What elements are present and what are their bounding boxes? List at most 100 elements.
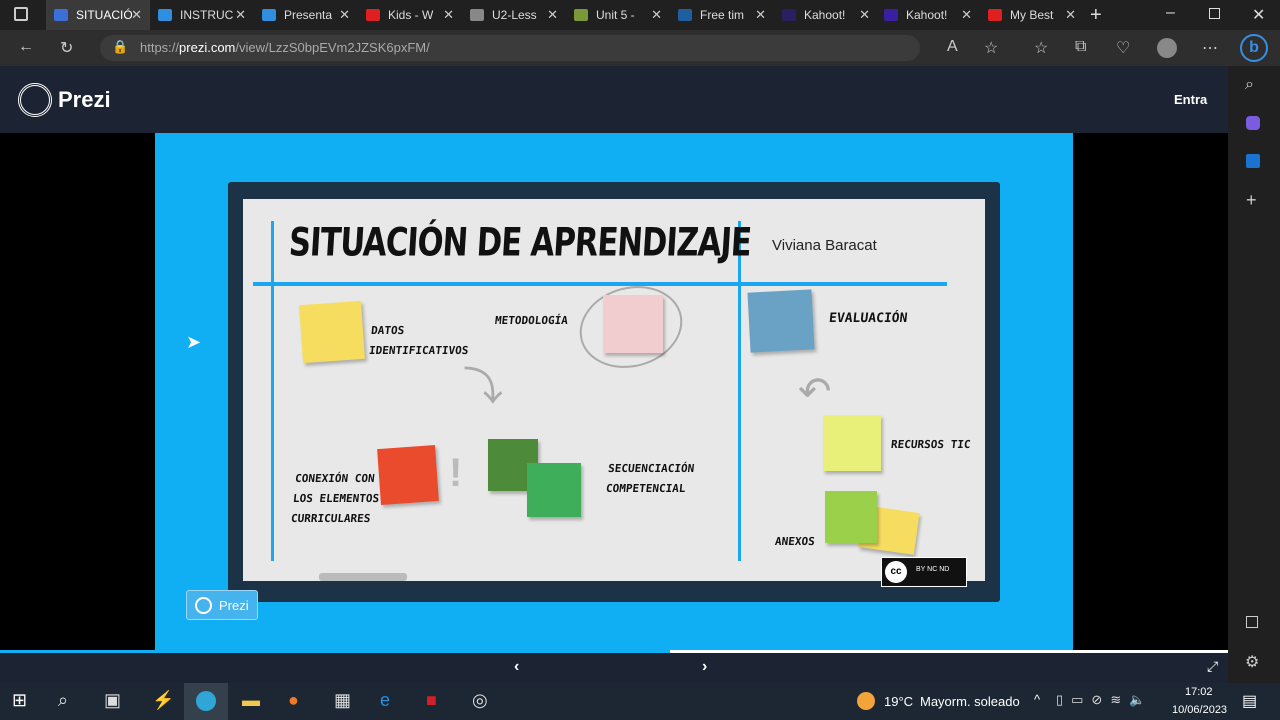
file-explorer-icon[interactable]: ▬ bbox=[242, 690, 260, 711]
browser-tab-bar: SITUACIÓ ✕ INSTRUC ✕ Presenta ✕ Kids - W ✕ U2-Le… bbox=[0, 0, 1280, 30]
back-icon[interactable]: ← bbox=[18, 38, 34, 56]
close-tab-icon[interactable]: ✕ bbox=[651, 7, 662, 23]
refresh-icon[interactable]: ↻ bbox=[60, 38, 73, 58]
close-tab-icon[interactable]: ✕ bbox=[755, 7, 766, 23]
tab-favicon-icon bbox=[678, 9, 692, 21]
browser-tab[interactable]: SITUACIÓ ✕ bbox=[46, 0, 150, 30]
close-tab-icon[interactable]: ✕ bbox=[443, 7, 454, 23]
tab-favicon-icon bbox=[988, 9, 1002, 21]
tab-label: Unit 5 - bbox=[596, 8, 635, 22]
label-evaluacion[interactable]: EVALUACIÓN bbox=[828, 309, 908, 329]
url-input[interactable]: 🔒 https://prezi.com/view/LzzS0bpEVm2JZSK… bbox=[100, 35, 920, 61]
progress-fill bbox=[0, 650, 670, 653]
profile-avatar[interactable] bbox=[1157, 38, 1177, 58]
tab-favicon-icon bbox=[470, 9, 484, 21]
internet-explorer-icon[interactable]: e bbox=[380, 690, 390, 711]
tab-label: Kahoot! bbox=[906, 8, 948, 22]
favorites-icon[interactable]: ☆ bbox=[1034, 38, 1048, 58]
favorite-star-icon[interactable]: ☆ bbox=[984, 38, 998, 58]
weather-temp[interactable]: 19°C bbox=[884, 694, 913, 709]
browser-tab[interactable]: Kahoot! ✕ bbox=[876, 0, 980, 30]
weather-icon[interactable] bbox=[857, 692, 875, 710]
tab-label: INSTRUC bbox=[180, 8, 234, 22]
tab-label: Kahoot! bbox=[804, 8, 846, 22]
tray-chevron-icon[interactable]: ^ bbox=[1034, 692, 1040, 707]
browser-tab[interactable]: INSTRUC ✕ bbox=[150, 0, 254, 30]
close-tab-icon[interactable]: ✕ bbox=[339, 7, 350, 23]
edge-taskbar-button[interactable] bbox=[184, 683, 228, 720]
login-link[interactable]: Entra bbox=[1174, 92, 1207, 107]
tab-favicon-icon bbox=[884, 9, 898, 21]
exclamation-mark: ! bbox=[449, 451, 463, 495]
weather-desc[interactable]: Mayorm. soleado bbox=[920, 694, 1020, 709]
sticky-note-pink[interactable] bbox=[603, 295, 663, 353]
browser-tab[interactable]: Free tim ✕ bbox=[670, 0, 774, 30]
browser-tab[interactable]: My Best ✕ bbox=[980, 0, 1084, 30]
browser-tab[interactable]: Unit 5 - ✕ bbox=[566, 0, 670, 30]
tab-label: My Best bbox=[1010, 8, 1054, 22]
close-tab-icon[interactable]: ✕ bbox=[235, 7, 246, 23]
slide-author: Viviana Baracat bbox=[772, 237, 877, 254]
add-icon[interactable]: + bbox=[1246, 190, 1257, 211]
browser-tab[interactable]: Kids - W ✕ bbox=[358, 0, 462, 30]
close-tab-icon[interactable]: ✕ bbox=[1065, 7, 1076, 23]
copilot-icon[interactable] bbox=[1246, 116, 1260, 130]
browser-essentials-icon[interactable]: ♡ bbox=[1116, 38, 1130, 58]
sidebar-toggle-icon[interactable] bbox=[1246, 616, 1258, 628]
task-view-icon[interactable]: ▣ bbox=[104, 690, 121, 711]
fullscreen-icon[interactable]: ⤢ bbox=[1207, 658, 1218, 675]
firefox-icon[interactable]: ● bbox=[288, 690, 299, 711]
sticky-note-lime[interactable] bbox=[823, 415, 881, 471]
label-metodologia[interactable]: METODOLOGÍA bbox=[494, 311, 569, 331]
label-anexos[interactable]: ANEXOS bbox=[774, 532, 816, 552]
restore-icon[interactable] bbox=[1209, 8, 1220, 19]
tray-icons[interactable]: ▯▭⊘≋🔈 bbox=[1056, 692, 1153, 708]
arrow-icon: ↶ bbox=[798, 370, 832, 414]
notifications-icon[interactable]: ▤ bbox=[1242, 691, 1257, 711]
read-aloud-icon[interactable]: A bbox=[947, 38, 958, 56]
prezi-logo-icon bbox=[195, 597, 212, 614]
sticky-note-yellow[interactable] bbox=[299, 300, 365, 364]
minimize-icon[interactable]: – bbox=[1166, 4, 1175, 22]
close-tab-icon[interactable]: ✕ bbox=[961, 7, 972, 23]
sticky-note-lightgreen[interactable] bbox=[825, 491, 877, 543]
tab-label: U2-Less bbox=[492, 8, 537, 22]
close-tab-icon[interactable]: ✕ bbox=[131, 7, 142, 23]
close-tab-icon[interactable]: ✕ bbox=[859, 7, 870, 23]
close-tab-icon[interactable]: ✕ bbox=[547, 7, 558, 23]
arrow-icon: ⤵ bbox=[463, 365, 503, 409]
search-icon[interactable]: ⌕ bbox=[1245, 76, 1254, 94]
prezi-badge-label: Prezi bbox=[219, 598, 249, 613]
bing-icon[interactable]: b bbox=[1240, 34, 1268, 62]
prev-step-button[interactable]: ‹ bbox=[514, 658, 519, 676]
browser-tab[interactable]: Presenta ✕ bbox=[254, 0, 358, 30]
prezi-badge[interactable]: Prezi bbox=[186, 590, 258, 620]
acrobat-icon[interactable]: ■ bbox=[426, 690, 437, 711]
clock-time[interactable]: 17:02 bbox=[1185, 686, 1213, 698]
tab-label: SITUACIÓ bbox=[76, 8, 132, 22]
label-secuenciacion[interactable]: SECUENCIACIÓN COMPETENCIAL bbox=[605, 459, 709, 499]
sticky-note-blue[interactable] bbox=[747, 289, 815, 353]
label-recursos[interactable]: RECURSOS TIC bbox=[890, 435, 972, 455]
store-icon[interactable]: ▦ bbox=[334, 690, 351, 711]
mouse-cursor: ➤ bbox=[186, 332, 202, 352]
clock-date[interactable]: 10/06/2023 bbox=[1172, 704, 1227, 716]
sticky-note-green[interactable] bbox=[527, 463, 581, 517]
search-icon[interactable]: ⌕ bbox=[58, 690, 68, 711]
browser-tab[interactable]: Kahoot! ✕ bbox=[774, 0, 878, 30]
close-window-icon[interactable]: ✕ bbox=[1252, 5, 1265, 25]
next-step-button[interactable]: › bbox=[702, 658, 707, 676]
collections-icon[interactable]: ⧉ bbox=[1075, 38, 1086, 56]
prezi-logo[interactable]: Prezi bbox=[58, 87, 111, 113]
label-conexion[interactable]: CONEXIÓN CON LOS ELEMENTOS CURRICULARES bbox=[290, 469, 396, 529]
start-icon[interactable]: ⊞ bbox=[12, 690, 27, 711]
tab-actions-icon[interactable] bbox=[14, 7, 28, 21]
more-icon[interactable]: ⋯ bbox=[1202, 38, 1218, 58]
app-icon[interactable]: ⚡ bbox=[152, 690, 174, 711]
outlook-icon[interactable] bbox=[1246, 154, 1260, 168]
browser-tab[interactable]: U2-Less ✕ bbox=[462, 0, 566, 30]
settings-gear-icon[interactable]: ⚙ bbox=[1245, 652, 1259, 672]
label-datos[interactable]: DATOS IDENTIFICATIVOS bbox=[368, 321, 472, 361]
new-tab-icon[interactable]: + bbox=[1090, 4, 1102, 27]
app-icon[interactable]: ◎ bbox=[472, 690, 488, 711]
